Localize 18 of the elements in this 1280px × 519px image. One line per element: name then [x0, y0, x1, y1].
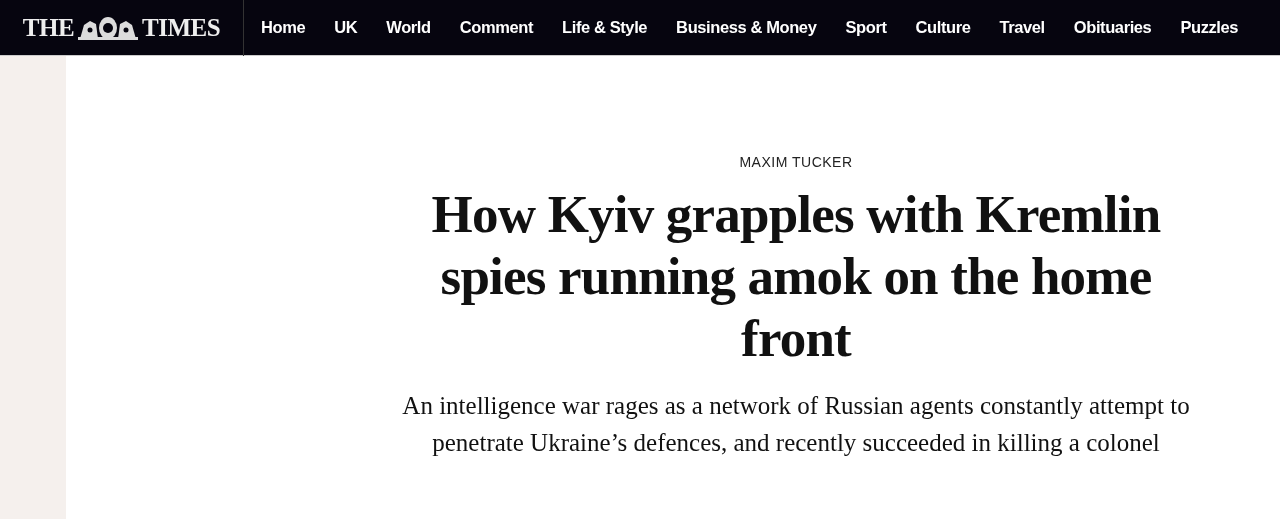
nav-link[interactable]: Comment — [459, 18, 534, 37]
logo-word: TIMES — [142, 13, 221, 42]
nav-link[interactable]: Business & Money — [676, 18, 817, 37]
nav-link[interactable]: Obituaries — [1073, 18, 1152, 37]
nav-link[interactable]: Travel — [999, 18, 1045, 37]
crest-icon — [76, 14, 141, 41]
logo-word: THE — [22, 13, 75, 42]
nav-link[interactable]: Culture — [915, 18, 971, 37]
article-standfirst: An intelligence war rages as a network of Russian agents constantly attempt to penetrate Ukraine’s defences, and recently succeeded in killing a colonel — [401, 391, 1191, 458]
masthead-logo[interactable]: THE TIMES — [0, 0, 244, 56]
nav-link[interactable]: Life & Style — [562, 18, 648, 37]
author-byline[interactable]: MAXIM TUCKER — [739, 154, 853, 170]
nav-link[interactable]: Sport — [845, 18, 887, 37]
nav-link[interactable]: UK — [334, 18, 358, 37]
nav-link[interactable]: Puzzles — [1180, 18, 1239, 37]
article-headline: How Kyiv grapples with Kremlin spies running amok on the home front — [430, 184, 1162, 369]
nav-link[interactable]: World — [386, 18, 431, 37]
nav-link[interactable]: Home — [261, 18, 306, 37]
